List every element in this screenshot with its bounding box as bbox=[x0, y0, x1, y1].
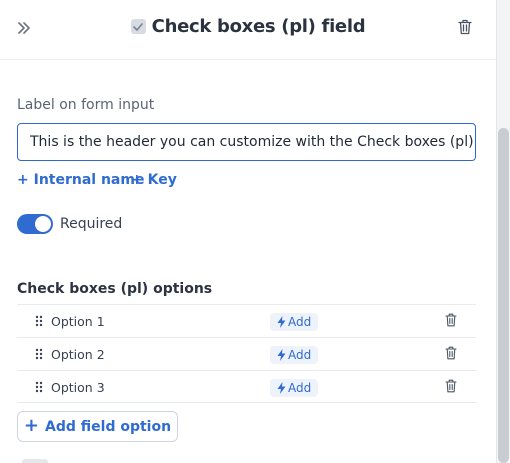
trash-icon bbox=[458, 19, 472, 35]
required-toggle[interactable] bbox=[17, 214, 53, 234]
add-field-option-button[interactable]: + Add field option bbox=[17, 411, 178, 442]
trash-icon[interactable] bbox=[445, 346, 457, 360]
form-label-heading: Label on form input bbox=[17, 97, 155, 113]
trash-icon[interactable] bbox=[445, 313, 457, 327]
add-key-link[interactable]: + Key bbox=[131, 172, 177, 188]
label-input[interactable] bbox=[17, 123, 476, 161]
panel-header: Check boxes (pl) field bbox=[0, 0, 496, 60]
drag-handle-icon[interactable] bbox=[35, 348, 43, 360]
checkbox-type-icon bbox=[130, 19, 146, 34]
option-row: Option 1 Add bbox=[17, 304, 476, 337]
lightning-icon bbox=[277, 349, 286, 361]
scrollbar-thumb[interactable] bbox=[498, 128, 509, 463]
option-label[interactable]: Option 3 bbox=[51, 380, 105, 395]
add-logic-button[interactable]: Add bbox=[270, 313, 319, 331]
lightning-icon bbox=[277, 382, 286, 394]
title-group: Check boxes (pl) field bbox=[0, 16, 496, 37]
add-field-option-label: Add field option bbox=[45, 418, 172, 435]
plus-icon: + bbox=[23, 414, 40, 436]
add-label: Add bbox=[288, 381, 312, 395]
add-label: Add bbox=[288, 315, 312, 329]
options-section-title: Check boxes (pl) options bbox=[17, 281, 213, 297]
options-list: Option 1 Add Option 2 Add Option 3 Add bbox=[17, 304, 476, 403]
option-label[interactable]: Option 1 bbox=[51, 314, 105, 329]
option-label[interactable]: Option 2 bbox=[51, 347, 105, 362]
add-label: Add bbox=[288, 348, 312, 362]
delete-field-button[interactable] bbox=[458, 19, 474, 37]
add-internal-name-link[interactable]: + Internal name bbox=[17, 172, 144, 188]
drag-handle-icon[interactable] bbox=[35, 381, 43, 393]
drag-handle-icon[interactable] bbox=[35, 315, 43, 327]
toggle-knob bbox=[35, 216, 51, 232]
add-logic-button[interactable]: Add bbox=[270, 379, 319, 397]
option-row: Option 2 Add bbox=[17, 337, 476, 370]
add-logic-button[interactable]: Add bbox=[270, 346, 319, 364]
page-title: Check boxes (pl) field bbox=[151, 16, 366, 37]
next-control-peek bbox=[22, 459, 48, 463]
required-label: Required bbox=[60, 216, 123, 232]
trash-icon[interactable] bbox=[445, 379, 457, 393]
option-row: Option 3 Add bbox=[17, 370, 476, 403]
lightning-icon bbox=[277, 316, 286, 328]
